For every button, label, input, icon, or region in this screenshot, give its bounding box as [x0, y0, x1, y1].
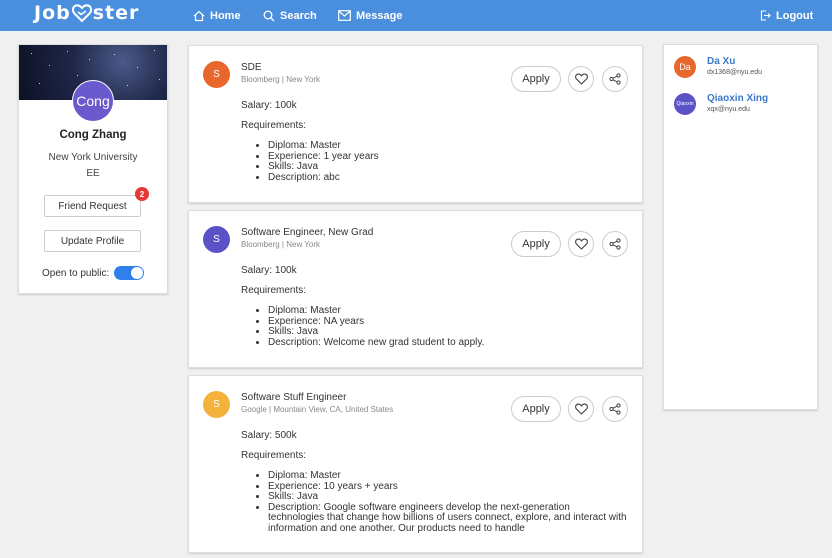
open-to-public-row: Open to public:: [42, 266, 145, 280]
friend-request-count-badge: 2: [135, 187, 149, 201]
profile-name: Cong Zhang: [59, 129, 127, 141]
heart-icon: [574, 73, 588, 85]
friend-item[interactable]: Da Da Xu dx1368@nyu.edu: [674, 55, 814, 81]
like-button[interactable]: [568, 396, 594, 422]
search-icon: [263, 10, 275, 21]
share-button[interactable]: [602, 66, 628, 92]
company-avatar: S: [203, 391, 230, 418]
list-item: Experience: 1 year years: [268, 151, 628, 163]
logo-text-left: Job: [34, 2, 71, 24]
job-title[interactable]: SDE: [241, 62, 262, 73]
nav-message[interactable]: Message: [338, 0, 402, 31]
share-icon: [609, 238, 621, 250]
handshake-heart-icon: [71, 4, 92, 22]
profile-card: Cong Cong Zhang New York University EE F…: [18, 44, 168, 294]
list-item: Description: Welcome new grad student to…: [268, 337, 628, 349]
nav-search-label: Search: [280, 9, 317, 22]
update-profile-button[interactable]: Update Profile: [44, 230, 141, 252]
open-to-public-toggle[interactable]: [114, 266, 145, 280]
friend-item[interactable]: Qiaoxin Qiaoxin Xing xqx@nyu.edu: [674, 92, 814, 118]
job-salary: Salary: 100k: [241, 100, 297, 111]
share-button[interactable]: [602, 231, 628, 257]
job-card: S Software Engineer, New Grad Bloomberg …: [188, 210, 643, 368]
list-item: Diploma: Master: [268, 140, 628, 152]
job-salary: Salary: 500k: [241, 430, 297, 441]
envelope-icon: [338, 10, 351, 21]
requirements-list: Diploma: Master Experience: 1 year years…: [268, 140, 628, 184]
list-item: Skills: Java: [268, 326, 628, 338]
nav-logout-label: Logout: [776, 9, 814, 22]
list-item: Diploma: Master: [268, 305, 628, 317]
top-navbar: Job ster Home Search Message Logout: [0, 0, 832, 31]
heart-icon: [574, 238, 588, 250]
requirements-label: Requirements:: [241, 120, 307, 131]
job-salary: Salary: 100k: [241, 265, 297, 276]
list-item: Diploma: Master: [268, 470, 628, 482]
apply-button[interactable]: Apply: [511, 396, 561, 422]
logo-text-right: ster: [92, 2, 140, 24]
job-company-location: Bloomberg | New York: [241, 240, 321, 249]
list-item: Skills: Java: [268, 161, 628, 173]
friend-email: dx1368@nyu.edu: [707, 69, 762, 76]
list-item: Experience: NA years: [268, 316, 628, 328]
friend-request-button[interactable]: Friend Request: [44, 195, 141, 217]
open-to-public-label: Open to public:: [42, 267, 110, 279]
list-item: Experience: 10 years + years: [268, 481, 628, 493]
heart-icon: [574, 403, 588, 415]
home-icon: [193, 10, 205, 21]
requirements-label: Requirements:: [241, 450, 307, 461]
nav-home-label: Home: [210, 9, 241, 22]
list-item: Skills: Java: [268, 491, 628, 503]
profile-school: New York University: [48, 152, 138, 163]
job-card: S SDE Bloomberg | New York Apply Salary:…: [188, 45, 643, 203]
list-item: Description: abc: [268, 172, 628, 184]
jobster-logo[interactable]: Job ster: [34, 2, 139, 24]
job-card: S Software Stuff Engineer Google | Mount…: [188, 375, 643, 553]
friend-name[interactable]: Da Xu: [707, 56, 735, 67]
friend-avatar: Qiaoxin: [674, 93, 696, 115]
like-button[interactable]: [568, 66, 594, 92]
nav-search[interactable]: Search: [263, 0, 317, 31]
apply-button[interactable]: Apply: [511, 66, 561, 92]
nav-logout[interactable]: Logout: [760, 0, 813, 31]
friends-panel: Da Da Xu dx1368@nyu.edu Qiaoxin Qiaoxin …: [663, 44, 818, 410]
company-avatar: S: [203, 226, 230, 253]
like-button[interactable]: [568, 231, 594, 257]
apply-button[interactable]: Apply: [511, 231, 561, 257]
job-company-location: Bloomberg | New York: [241, 75, 321, 84]
job-title[interactable]: Software Engineer, New Grad: [241, 227, 373, 238]
requirements-label: Requirements:: [241, 285, 307, 296]
list-item: Description: Google software engineers d…: [268, 502, 628, 535]
nav-home[interactable]: Home: [193, 0, 241, 31]
logout-icon: [760, 10, 771, 21]
job-title[interactable]: Software Stuff Engineer: [241, 392, 346, 403]
share-button[interactable]: [602, 396, 628, 422]
share-icon: [609, 73, 621, 85]
friend-email: xqx@nyu.edu: [707, 106, 750, 113]
requirements-list: Diploma: Master Experience: 10 years + y…: [268, 470, 628, 535]
profile-major: EE: [86, 168, 100, 179]
avatar[interactable]: Cong: [72, 80, 114, 122]
requirements-list: Diploma: Master Experience: NA years Ski…: [268, 305, 628, 349]
share-icon: [609, 403, 621, 415]
job-company-location: Google | Mountain View, CA, United State…: [241, 405, 394, 414]
friend-avatar: Da: [674, 56, 696, 78]
nav-message-label: Message: [356, 9, 403, 22]
company-avatar: S: [203, 61, 230, 88]
friend-name[interactable]: Qiaoxin Xing: [707, 93, 768, 104]
